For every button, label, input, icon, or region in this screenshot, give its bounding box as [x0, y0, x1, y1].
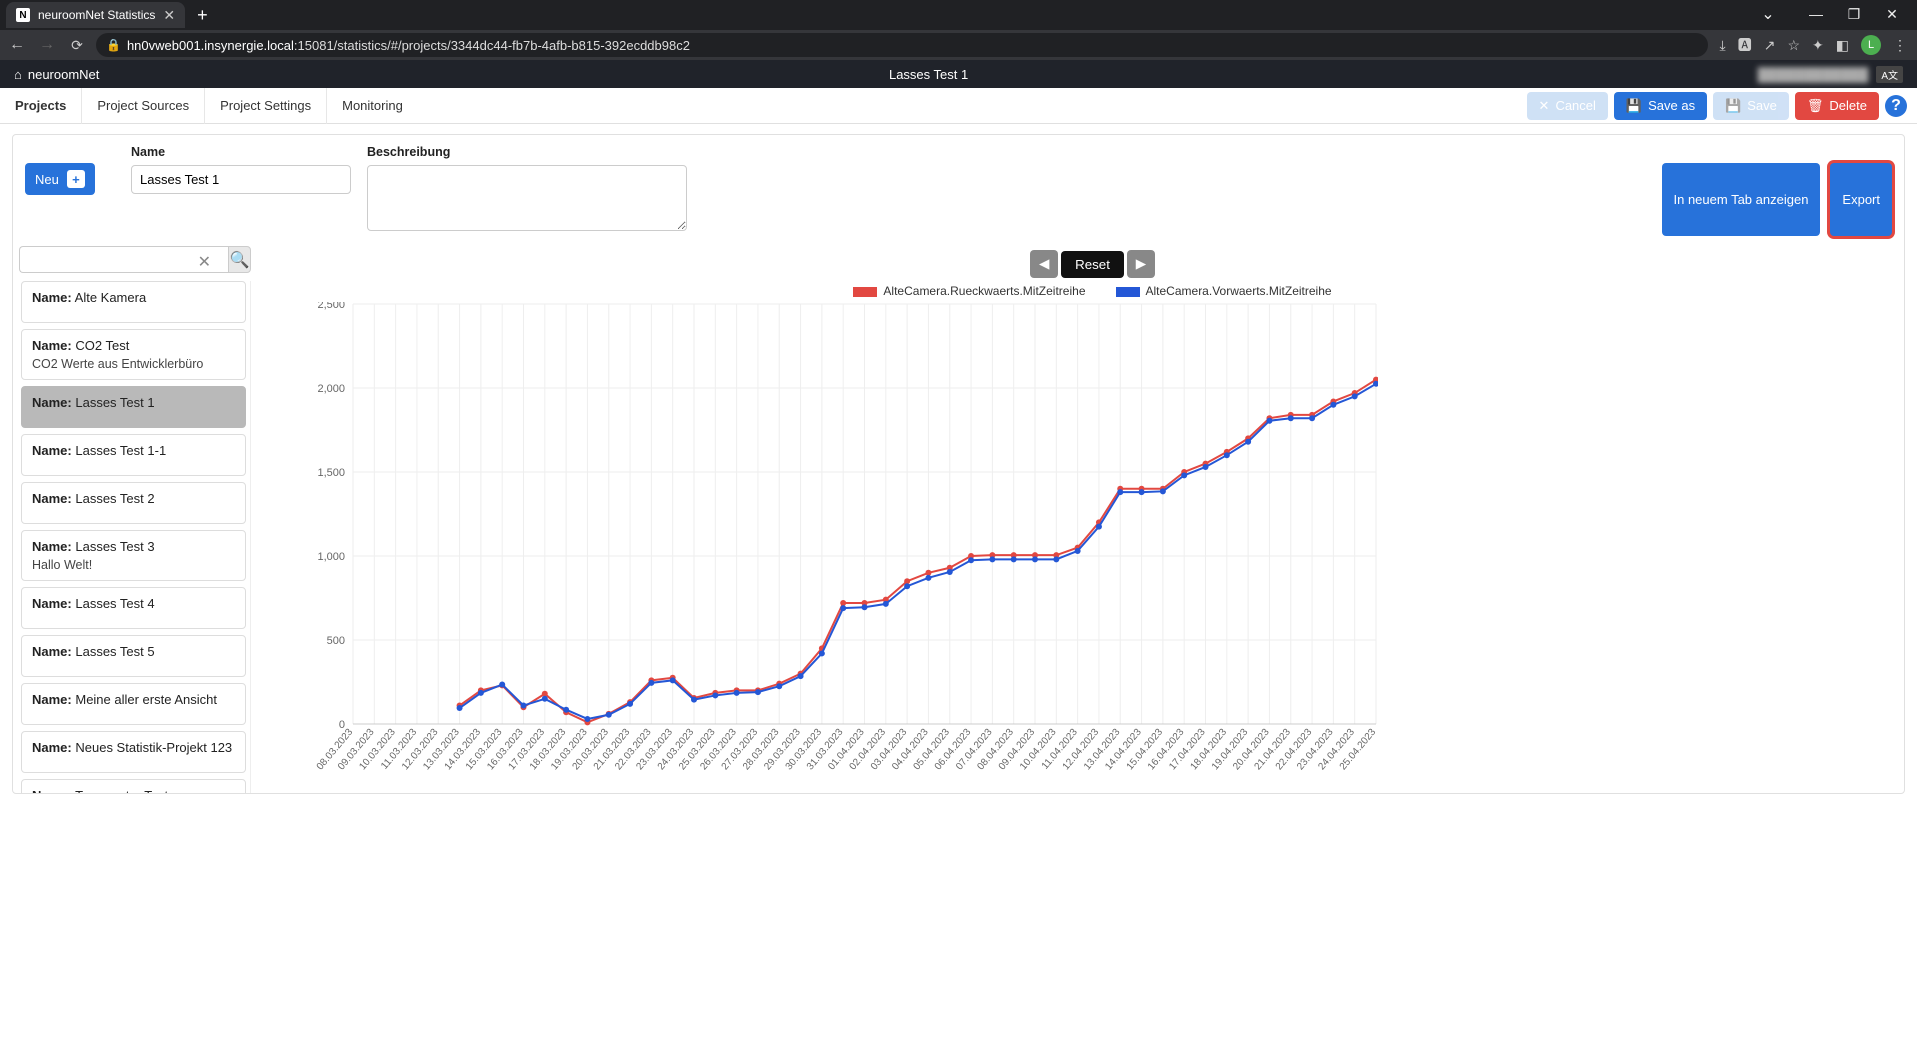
chart-canvas[interactable]: 05001,0001,5002,0002,50008.03.202309.03.…	[293, 302, 1378, 772]
translate-icon[interactable]: 🅰	[1738, 35, 1752, 55]
maximize-button[interactable]: ❐	[1837, 6, 1871, 23]
project-list[interactable]: Name: Alte Kamera Name: CO2 TestCO2 Werte…	[19, 281, 251, 793]
chart-nav-controls: ◀ Reset ▶	[293, 250, 1892, 278]
swatch-red	[853, 287, 877, 297]
project-item[interactable]: Name: Alte Kamera	[21, 281, 246, 323]
tabs: ProjectsProject SourcesProject SettingsM…	[0, 88, 418, 124]
tab-projects[interactable]: Projects	[0, 88, 81, 124]
chart-reset-button[interactable]: Reset	[1061, 251, 1124, 278]
name-input[interactable]	[131, 165, 351, 194]
project-item[interactable]: Name: Lasses Test 4	[21, 587, 246, 629]
search-icon: 🔍	[230, 250, 250, 270]
project-item[interactable]: Name: Temperatur TestTemperatur im Entwi…	[21, 779, 246, 793]
toolbar-actions: ✕ Cancel 💾 Save as 💾 Save 🗑 Delete ?	[1527, 92, 1917, 120]
page-title: Lasses Test 1	[889, 67, 968, 82]
refresh-button[interactable]: ⟳	[66, 37, 88, 54]
addressbar-icons: ⤓ 🅰 ↗ ☆ ✦ ◧ L ⋮	[1716, 35, 1911, 55]
tabbar: N neuroomNet Statistics ✕ + ⌄ — ❐ ✕	[0, 0, 1917, 30]
project-item[interactable]: Name: Lasses Test 2	[21, 482, 246, 524]
search-clear-icon[interactable]: ✕	[198, 252, 211, 272]
back-button[interactable]: ←	[6, 36, 28, 54]
tab-project-settings[interactable]: Project Settings	[204, 88, 326, 124]
translate-badge[interactable]: A文	[1876, 66, 1903, 83]
delete-button[interactable]: 🗑 Delete	[1795, 92, 1879, 120]
browser-tab[interactable]: N neuroomNet Statistics ✕	[6, 2, 185, 28]
project-item[interactable]: Name: Lasses Test 1-1	[21, 434, 246, 476]
browser-chrome: N neuroomNet Statistics ✕ + ⌄ — ❐ ✕ ← → …	[0, 0, 1917, 60]
new-tab-button[interactable]: +	[197, 5, 208, 26]
app-header: ⌂ neuroomNet Lasses Test 1 ████████████ …	[0, 60, 1917, 88]
description-textarea[interactable]	[367, 165, 687, 231]
export-button[interactable]: Export	[1830, 163, 1892, 236]
tab-title: neuroomNet Statistics	[38, 8, 155, 22]
project-item[interactable]: Name: Lasses Test 1	[21, 386, 246, 428]
bookmark-icon[interactable]: ☆	[1787, 37, 1800, 54]
url-text: hn0vweb001.insynergie.local:15081/statis…	[127, 38, 690, 53]
main-card: Neu + Name Beschreibung In neuem Tab anz…	[12, 134, 1905, 794]
legend-item-2[interactable]: AlteCamera.Vorwaerts.MitZeitreihe	[1116, 284, 1332, 298]
form-row: Neu + Name Beschreibung In neuem Tab anz…	[13, 135, 1904, 246]
description-label: Beschreibung	[367, 145, 687, 159]
app-name: neuroomNet	[28, 67, 100, 82]
name-label: Name	[131, 145, 351, 159]
project-item[interactable]: Name: Meine aller erste Ansicht	[21, 683, 246, 725]
home-link[interactable]: ⌂ neuroomNet	[14, 67, 99, 82]
close-window-button[interactable]: ✕	[1875, 6, 1909, 23]
chart-prev-button[interactable]: ◀	[1030, 250, 1058, 278]
lock-icon: 🔒	[106, 38, 121, 52]
new-button[interactable]: Neu +	[25, 163, 95, 195]
save-as-button[interactable]: 💾 Save as	[1614, 92, 1707, 120]
project-item[interactable]: Name: Lasses Test 5	[21, 635, 246, 677]
chart-next-button[interactable]: ▶	[1127, 250, 1155, 278]
tab-close-icon[interactable]: ✕	[163, 7, 175, 24]
trash-icon: 🗑	[1807, 98, 1824, 114]
help-button[interactable]: ?	[1885, 95, 1907, 117]
search-button[interactable]: 🔍	[228, 246, 251, 273]
project-item[interactable]: Name: Lasses Test 3Hallo Welt!	[21, 530, 246, 581]
content-area: ✕ 🔍 Name: Alte Kamera Name: CO2 TestCO2 W…	[13, 246, 1904, 793]
page: Neu + Name Beschreibung In neuem Tab anz…	[0, 124, 1917, 806]
extensions-icon[interactable]: ✦	[1812, 37, 1824, 54]
svg-text:2,000: 2,000	[317, 383, 345, 395]
legend-item-1[interactable]: AlteCamera.Rueckwaerts.MitZeitreihe	[853, 284, 1085, 298]
tab-monitoring[interactable]: Monitoring	[326, 88, 418, 124]
save-icon: 💾	[1626, 98, 1642, 114]
home-icon: ⌂	[14, 67, 22, 82]
plus-icon: +	[67, 170, 85, 188]
svg-text:2,500: 2,500	[317, 302, 345, 311]
window-controls: ⌄ — ❐ ✕	[1751, 4, 1909, 24]
kebab-icon[interactable]: ⋮	[1893, 37, 1907, 54]
project-item[interactable]: Name: Neues Statistik-Projekt 123	[21, 731, 246, 773]
omnibox[interactable]: 🔒 hn0vweb001.insynergie.local:15081/stat…	[96, 33, 1708, 57]
close-icon: ✕	[1539, 98, 1550, 114]
chart-column: ◀ Reset ▶ AlteCamera.Rueckwaerts.MitZeit…	[263, 246, 1898, 793]
save-button[interactable]: 💾 Save	[1713, 92, 1789, 120]
addressbar-row: ← → ⟳ 🔒 hn0vweb001.insynergie.local:1508…	[0, 30, 1917, 60]
cancel-button[interactable]: ✕ Cancel	[1527, 92, 1608, 120]
favicon-n: N	[16, 8, 30, 22]
forward-button[interactable]: →	[36, 36, 58, 54]
project-item[interactable]: Name: CO2 TestCO2 Werte aus Entwicklerbü…	[21, 329, 246, 380]
svg-text:1,000: 1,000	[317, 551, 345, 563]
chevron-down-icon[interactable]: ⌄	[1751, 4, 1785, 24]
save-icon: 💾	[1725, 98, 1741, 114]
sidepanel-icon[interactable]: ◧	[1836, 37, 1849, 54]
svg-text:1,500: 1,500	[317, 467, 345, 479]
profile-avatar[interactable]: L	[1861, 35, 1881, 55]
user-display: ████████████	[1758, 67, 1869, 82]
open-new-tab-button[interactable]: In neuem Tab anzeigen	[1662, 163, 1821, 236]
toolbar: ProjectsProject SourcesProject SettingsM…	[0, 88, 1917, 124]
share-icon[interactable]: ↗	[1764, 37, 1776, 54]
project-list-column: ✕ 🔍 Name: Alte Kamera Name: CO2 TestCO2 W…	[19, 246, 251, 793]
minimize-button[interactable]: —	[1799, 6, 1833, 22]
install-icon[interactable]: ⤓	[1720, 37, 1726, 54]
tab-project-sources[interactable]: Project Sources	[81, 88, 204, 124]
chart-legend: AlteCamera.Rueckwaerts.MitZeitreihe Alte…	[293, 284, 1892, 298]
swatch-blue	[1116, 287, 1140, 297]
svg-text:500: 500	[327, 635, 345, 647]
